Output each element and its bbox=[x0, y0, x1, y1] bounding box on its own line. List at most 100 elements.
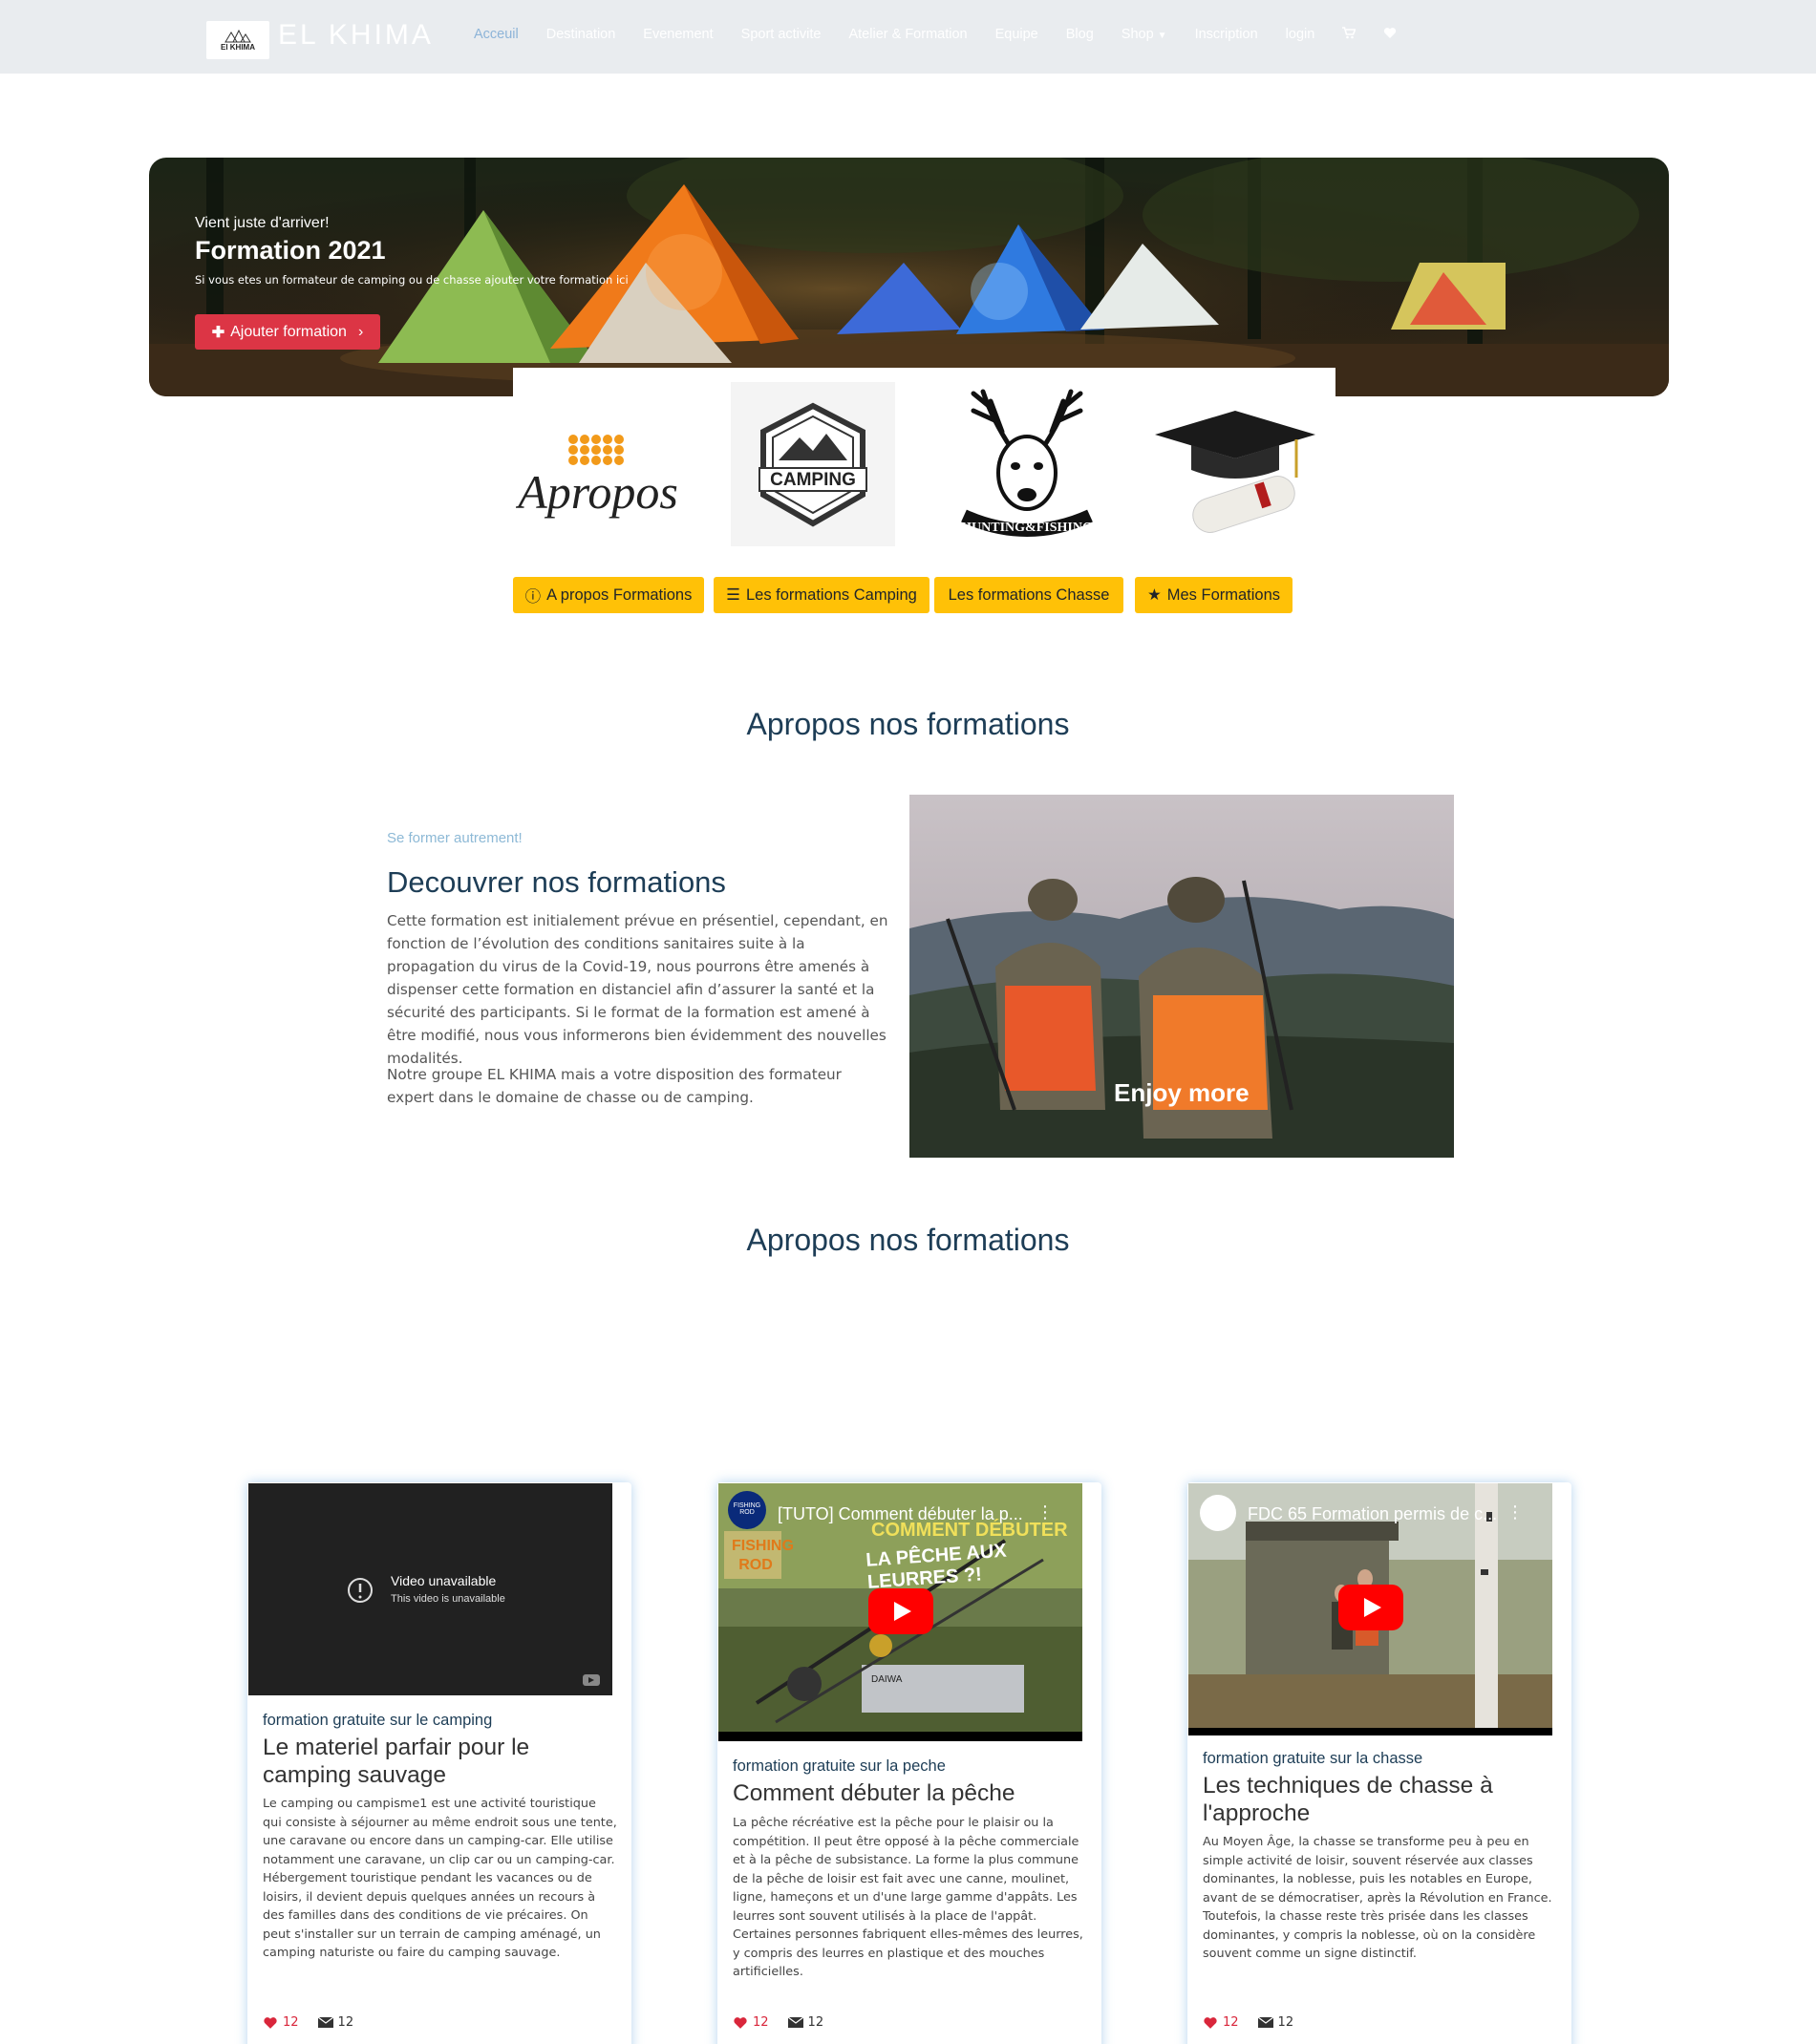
chasse-formations-button[interactable]: Les formations Chasse bbox=[934, 577, 1123, 613]
camping-logo-text: CAMPING bbox=[770, 470, 856, 490]
video-player-chasse[interactable]: FDC 65 Formation permis de c... ⋮ bbox=[1188, 1483, 1552, 1735]
card-body: Au Moyen Âge, la chasse se transforme pe… bbox=[1203, 1835, 1552, 1961]
channel-avatar[interactable] bbox=[1200, 1495, 1236, 1531]
add-formation-label: Ajouter formation bbox=[230, 323, 347, 340]
like-count: 12 bbox=[753, 2015, 769, 2030]
tent-logo-icon bbox=[224, 29, 251, 42]
formation-card-camping[interactable]: Video unavailable This video is unavaila… bbox=[247, 1482, 631, 2044]
card-kicker: formation gratuite sur la chasse bbox=[1203, 1750, 1423, 1767]
add-formation-button[interactable]: ✚ Ajouter formation › bbox=[195, 314, 380, 350]
navbar: El KHIMA EL KHIMA Acceuil Destination Ev… bbox=[0, 0, 1816, 74]
brand-name[interactable]: EL KHIMA bbox=[278, 19, 434, 52]
video-brand-text: FISHING ROD bbox=[732, 1538, 794, 1573]
nav-item-evenement[interactable]: Evenement bbox=[643, 27, 713, 43]
about-formations-label: A propos Formations bbox=[546, 586, 693, 604]
like-count: 12 bbox=[1223, 2015, 1239, 2030]
nav-item-login[interactable]: login bbox=[1286, 27, 1315, 43]
card-stats: 12 12 bbox=[733, 2015, 823, 2030]
like-stat[interactable]: 12 bbox=[263, 2015, 299, 2030]
card-title[interactable]: Le materiel parfair pour le camping sauv… bbox=[263, 1734, 616, 1789]
plus-icon: ✚ bbox=[211, 324, 225, 341]
hunters-image[interactable]: Enjoy more bbox=[909, 795, 1454, 1158]
heart-icon bbox=[1204, 2016, 1217, 2029]
video-unavailable-subtext: This video is unavailable bbox=[391, 1593, 505, 1605]
video-unavailable-text: Video unavailable bbox=[391, 1573, 497, 1588]
nav-item-acceuil[interactable]: Acceuil bbox=[474, 27, 519, 43]
section-title-apropos-2: Apropos nos formations bbox=[746, 1223, 1070, 1257]
youtube-play-icon[interactable] bbox=[1338, 1585, 1403, 1630]
video-player-peche[interactable]: FISHING ROD [TUTO] Comment débuter la p.… bbox=[718, 1483, 1082, 1741]
formation-card-chasse[interactable]: FDC 65 Formation permis de c... ⋮ format… bbox=[1187, 1482, 1571, 2044]
list-icon: ☰ bbox=[726, 586, 740, 604]
message-count: 12 bbox=[337, 2015, 354, 2030]
nav-item-sport-activite[interactable]: Sport activite bbox=[741, 27, 822, 43]
card-stats: 12 12 bbox=[1203, 2015, 1293, 2030]
reel-brand-text: DAIWA bbox=[871, 1674, 903, 1685]
apropos-logo-text: Apropos bbox=[516, 465, 678, 519]
card-kicker: formation gratuite sur le camping bbox=[263, 1712, 493, 1729]
card-stats: 12 12 bbox=[263, 2015, 353, 2030]
logo-text: El KHIMA bbox=[221, 42, 255, 52]
like-count: 12 bbox=[283, 2015, 299, 2030]
nav-item-inscription[interactable]: Inscription bbox=[1195, 27, 1258, 43]
nav-item-blog[interactable]: Blog bbox=[1066, 27, 1094, 43]
more-options-icon[interactable]: ⋮ bbox=[1506, 1502, 1524, 1522]
star-icon: ★ bbox=[1146, 586, 1162, 604]
hunting-fishing-logo[interactable]: HUNTING&FISHING bbox=[945, 382, 1109, 546]
camping-formations-button[interactable]: ☰ Les formations Camping bbox=[714, 577, 929, 613]
envelope-icon bbox=[787, 2016, 803, 2028]
category-logos: Apropos CAMPING HUNTING&FISHING bbox=[513, 368, 1335, 564]
my-formations-button[interactable]: ★ Mes Formations bbox=[1135, 577, 1293, 613]
message-stat[interactable]: 12 bbox=[787, 2015, 824, 2030]
section-title-apropos: Apropos nos formations bbox=[746, 707, 1070, 741]
message-count: 12 bbox=[807, 2015, 824, 2030]
site-logo[interactable]: El KHIMA bbox=[206, 21, 269, 59]
apropos-logo[interactable]: Apropos bbox=[515, 382, 680, 546]
about-formations-button[interactable]: ⓘ A propos Formations bbox=[513, 577, 704, 613]
chasse-formations-label: Les formations Chasse bbox=[948, 586, 1110, 604]
card-title[interactable]: Comment débuter la pêche bbox=[733, 1779, 1086, 1807]
hero-subtitle: Vient juste d'arriver! bbox=[195, 215, 330, 231]
nav-item-shop[interactable]: Shop ▼ bbox=[1122, 27, 1167, 43]
formation-card-peche[interactable]: FISHING ROD [TUTO] Comment débuter la p.… bbox=[717, 1482, 1101, 2044]
heart-icon[interactable] bbox=[1383, 27, 1397, 43]
heart-icon bbox=[264, 2016, 277, 2029]
video-title[interactable]: FDC 65 Formation permis de c... bbox=[1248, 1504, 1497, 1524]
main-nav: Acceuil Destination Evenement Sport acti… bbox=[474, 27, 1424, 43]
chevron-down-icon: ▼ bbox=[1157, 31, 1167, 41]
card-kicker: formation gratuite sur la peche bbox=[733, 1757, 946, 1775]
graduation-cap-icon[interactable] bbox=[1153, 382, 1317, 546]
image-caption: Enjoy more bbox=[1114, 1078, 1250, 1107]
card-body: La pêche récréative est la pêche pour le… bbox=[733, 1816, 1083, 1979]
hero-banner: Vient juste d'arriver! Formation 2021 Si… bbox=[149, 158, 1669, 396]
message-count: 12 bbox=[1277, 2015, 1294, 2030]
card-title[interactable]: Les techniques de chasse à l'approche bbox=[1203, 1772, 1556, 1827]
message-stat[interactable]: 12 bbox=[317, 2015, 354, 2030]
hero-title: Formation 2021 bbox=[195, 236, 386, 265]
my-formations-label: Mes Formations bbox=[1166, 586, 1281, 604]
info-icon: ⓘ bbox=[524, 588, 542, 606]
nav-item-shop-label: Shop bbox=[1121, 27, 1154, 42]
about-heading: Decouvrer nos formations bbox=[387, 865, 726, 899]
heart-icon bbox=[734, 2016, 747, 2029]
nav-item-destination[interactable]: Destination bbox=[546, 27, 616, 43]
hero-description: Si vous etes un formateur de camping ou … bbox=[195, 273, 629, 287]
camping-logo[interactable]: CAMPING bbox=[731, 382, 895, 546]
channel-avatar-text: FISHING ROD bbox=[733, 1502, 761, 1516]
about-kicker: Se former autrement! bbox=[387, 830, 523, 846]
envelope-icon bbox=[1257, 2016, 1273, 2028]
about-paragraph-1: Cette formation est initialement prévue … bbox=[387, 912, 888, 1067]
like-stat[interactable]: 12 bbox=[1203, 2015, 1239, 2030]
card-body: Le camping ou campisme1 est une activité… bbox=[263, 1797, 617, 1960]
camping-formations-label: Les formations Camping bbox=[745, 586, 917, 604]
youtube-play-icon[interactable] bbox=[868, 1588, 933, 1634]
video-player-unavailable[interactable]: Video unavailable This video is unavaila… bbox=[248, 1483, 612, 1695]
envelope-icon bbox=[317, 2016, 333, 2028]
like-stat[interactable]: 12 bbox=[733, 2015, 769, 2030]
message-stat[interactable]: 12 bbox=[1257, 2015, 1294, 2030]
hunting-logo-text: HUNTING&FISHING bbox=[961, 521, 1093, 535]
nav-item-equipe[interactable]: Equipe bbox=[995, 27, 1038, 43]
nav-item-atelier-formation[interactable]: Atelier & Formation bbox=[848, 27, 967, 43]
about-paragraph-2: Notre groupe EL KHIMA mais a votre dispo… bbox=[387, 1066, 842, 1106]
cart-icon[interactable] bbox=[1342, 27, 1357, 43]
